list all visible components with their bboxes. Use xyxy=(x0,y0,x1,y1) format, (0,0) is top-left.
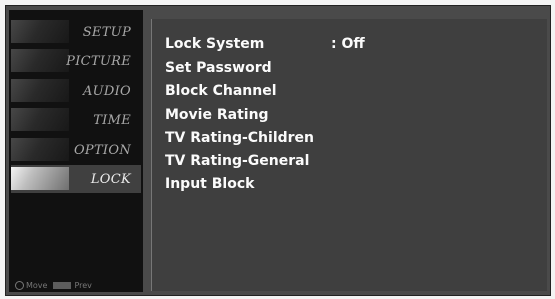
bottom-hints: Move Prev xyxy=(15,278,141,292)
option-input-block-label: Input Block xyxy=(165,176,255,192)
menu-item-option[interactable]: OPTION xyxy=(11,136,141,164)
prev-hint: Prev xyxy=(53,280,92,290)
menu-label-time: TIME xyxy=(93,112,131,128)
lock-settings-panel: Lock System : Off Set Password Block Cha… xyxy=(151,19,547,291)
picture-thumbnail xyxy=(11,49,69,72)
menu-item-audio[interactable]: AUDIO xyxy=(11,77,141,105)
menu-label-audio: AUDIO xyxy=(82,83,131,99)
option-set-password[interactable]: Set Password xyxy=(165,57,465,79)
left-menu: SETUP PICTURE AUDIO TIME OPTION LOCK Mov… xyxy=(9,10,143,292)
option-lock-system[interactable]: Lock System xyxy=(165,33,465,55)
setup-thumbnail xyxy=(11,20,69,43)
menu-label-setup: SETUP xyxy=(82,24,131,40)
lock-thumbnail xyxy=(11,167,69,190)
menu-label-picture: PICTURE xyxy=(66,53,131,69)
option-movie-rating-label: Movie Rating xyxy=(165,107,269,123)
option-movie-rating[interactable]: Movie Rating xyxy=(165,104,465,126)
prev-icon xyxy=(53,281,72,289)
option-lock-system-label: Lock System xyxy=(165,36,265,52)
option-tv-rating-children-label: TV Rating-Children xyxy=(165,130,315,146)
option-set-password-label: Set Password xyxy=(165,60,272,76)
move-hint: Move xyxy=(15,280,48,290)
option-tv-rating-general-label: TV Rating-General xyxy=(165,153,310,169)
menu-item-picture[interactable]: PICTURE xyxy=(11,47,141,75)
menu-item-setup[interactable]: SETUP xyxy=(11,18,141,46)
option-tv-rating-children[interactable]: TV Rating-Children xyxy=(165,127,465,149)
time-thumbnail xyxy=(11,108,69,131)
move-icon xyxy=(15,280,24,290)
move-hint-label: Move xyxy=(26,280,48,290)
option-input-block[interactable]: Input Block xyxy=(165,173,465,195)
prev-hint-label: Prev xyxy=(74,280,92,290)
menu-item-lock[interactable]: LOCK xyxy=(11,165,141,193)
menu-label-option: OPTION xyxy=(73,142,131,158)
option-thumbnail xyxy=(11,138,69,161)
option-tv-rating-general[interactable]: TV Rating-General xyxy=(165,150,465,172)
tv-menu-frame: SETUP PICTURE AUDIO TIME OPTION LOCK Mov… xyxy=(5,5,551,296)
option-block-channel[interactable]: Block Channel xyxy=(165,80,465,102)
menu-label-lock: LOCK xyxy=(90,171,131,187)
lock-system-value[interactable]: : Off xyxy=(331,33,365,55)
audio-thumbnail xyxy=(11,79,69,102)
option-block-channel-label: Block Channel xyxy=(165,83,277,99)
menu-item-time[interactable]: TIME xyxy=(11,106,141,134)
